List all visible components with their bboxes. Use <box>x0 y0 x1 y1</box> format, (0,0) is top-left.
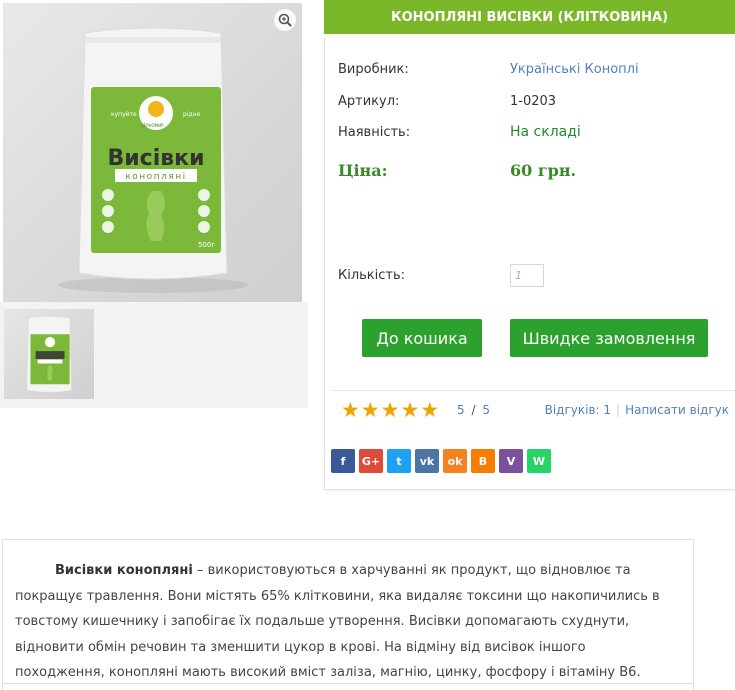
manufacturer-label: Виробник: <box>338 62 409 77</box>
sku-label: Артикул: <box>338 94 400 109</box>
write-review-link[interactable]: Написати відгук <box>625 403 729 417</box>
odnoklassniki-icon[interactable]: ok <box>443 449 467 473</box>
package-name: Висівки <box>107 146 204 171</box>
price-label: Ціна: <box>338 161 388 180</box>
sku-value: 1-0203 <box>510 94 557 109</box>
star-icon[interactable]: ★ <box>381 400 400 421</box>
rating-value: 5 <box>457 403 465 417</box>
star-icon[interactable]: ★ <box>400 400 419 421</box>
description-text: – використовуються в харчуванні як проду… <box>15 563 660 680</box>
description-bold: Висівки конопляні <box>55 563 193 578</box>
description-bottom-border <box>2 683 694 684</box>
quantity-input[interactable]: 1 <box>510 264 544 287</box>
product-thumbnail[interactable] <box>4 309 94 399</box>
quick-order-button[interactable]: Швидке замовлення <box>510 319 708 357</box>
price-value: 60 грн. <box>510 161 577 180</box>
availability-label: Наявність: <box>338 125 411 140</box>
vk-icon[interactable]: vk <box>415 449 439 473</box>
brand-ring-text: ЗЕРНОМИР <box>141 123 164 128</box>
google-plus-icon[interactable]: G+ <box>359 449 383 473</box>
add-to-cart-button[interactable]: До кошика <box>362 319 482 357</box>
rating-stars[interactable]: ★ ★ ★ ★ ★ <box>341 400 439 421</box>
twitter-icon[interactable]: t <box>387 449 411 473</box>
rating-score: 5 / 5 <box>457 403 490 417</box>
thumbnail-strip <box>0 302 308 408</box>
product-description: Висівки конопляні – використовуються в х… <box>2 539 694 690</box>
star-icon[interactable]: ★ <box>420 400 439 421</box>
blogger-icon[interactable]: B <box>471 449 495 473</box>
package-subtitle: конопляні <box>125 172 186 182</box>
product-title: КОНОПЛЯНІ ВИСІВКИ (КЛІТКОВИНА) <box>324 0 735 34</box>
product-package-illustration: купуйте рідне ЗЕРНОМИР Висівки конопляні… <box>58 27 248 293</box>
reviews-links: Відгуків: 1 | Написати відгук <box>544 403 729 417</box>
social-share-buttons: f G+ t vk ok B V W <box>331 449 551 473</box>
divider <box>331 390 735 391</box>
star-icon[interactable]: ★ <box>361 400 380 421</box>
facebook-icon[interactable]: f <box>331 449 355 473</box>
zoom-icon[interactable] <box>274 9 296 31</box>
product-info-panel: Виробник: Українські Коноплі Артикул: 1-… <box>324 38 735 490</box>
availability-value: На складі <box>510 124 581 140</box>
reviews-count-link[interactable]: Відгуків: 1 <box>545 403 611 417</box>
rating-slash: / <box>471 403 476 417</box>
quantity-label: Кількість: <box>338 268 406 283</box>
brand-top-text: купуйте <box>111 111 137 118</box>
brand-top-right-text: рідне <box>183 111 201 118</box>
viber-icon[interactable]: V <box>499 449 523 473</box>
manufacturer-link[interactable]: Українські Коноплі <box>510 62 639 77</box>
product-main-image[interactable]: купуйте рідне ЗЕРНОМИР Висівки конопляні… <box>3 3 302 302</box>
whatsapp-icon[interactable]: W <box>527 449 551 473</box>
rating-max: 5 <box>482 403 490 417</box>
star-icon[interactable]: ★ <box>341 400 360 421</box>
package-weight: 500г <box>198 241 215 249</box>
